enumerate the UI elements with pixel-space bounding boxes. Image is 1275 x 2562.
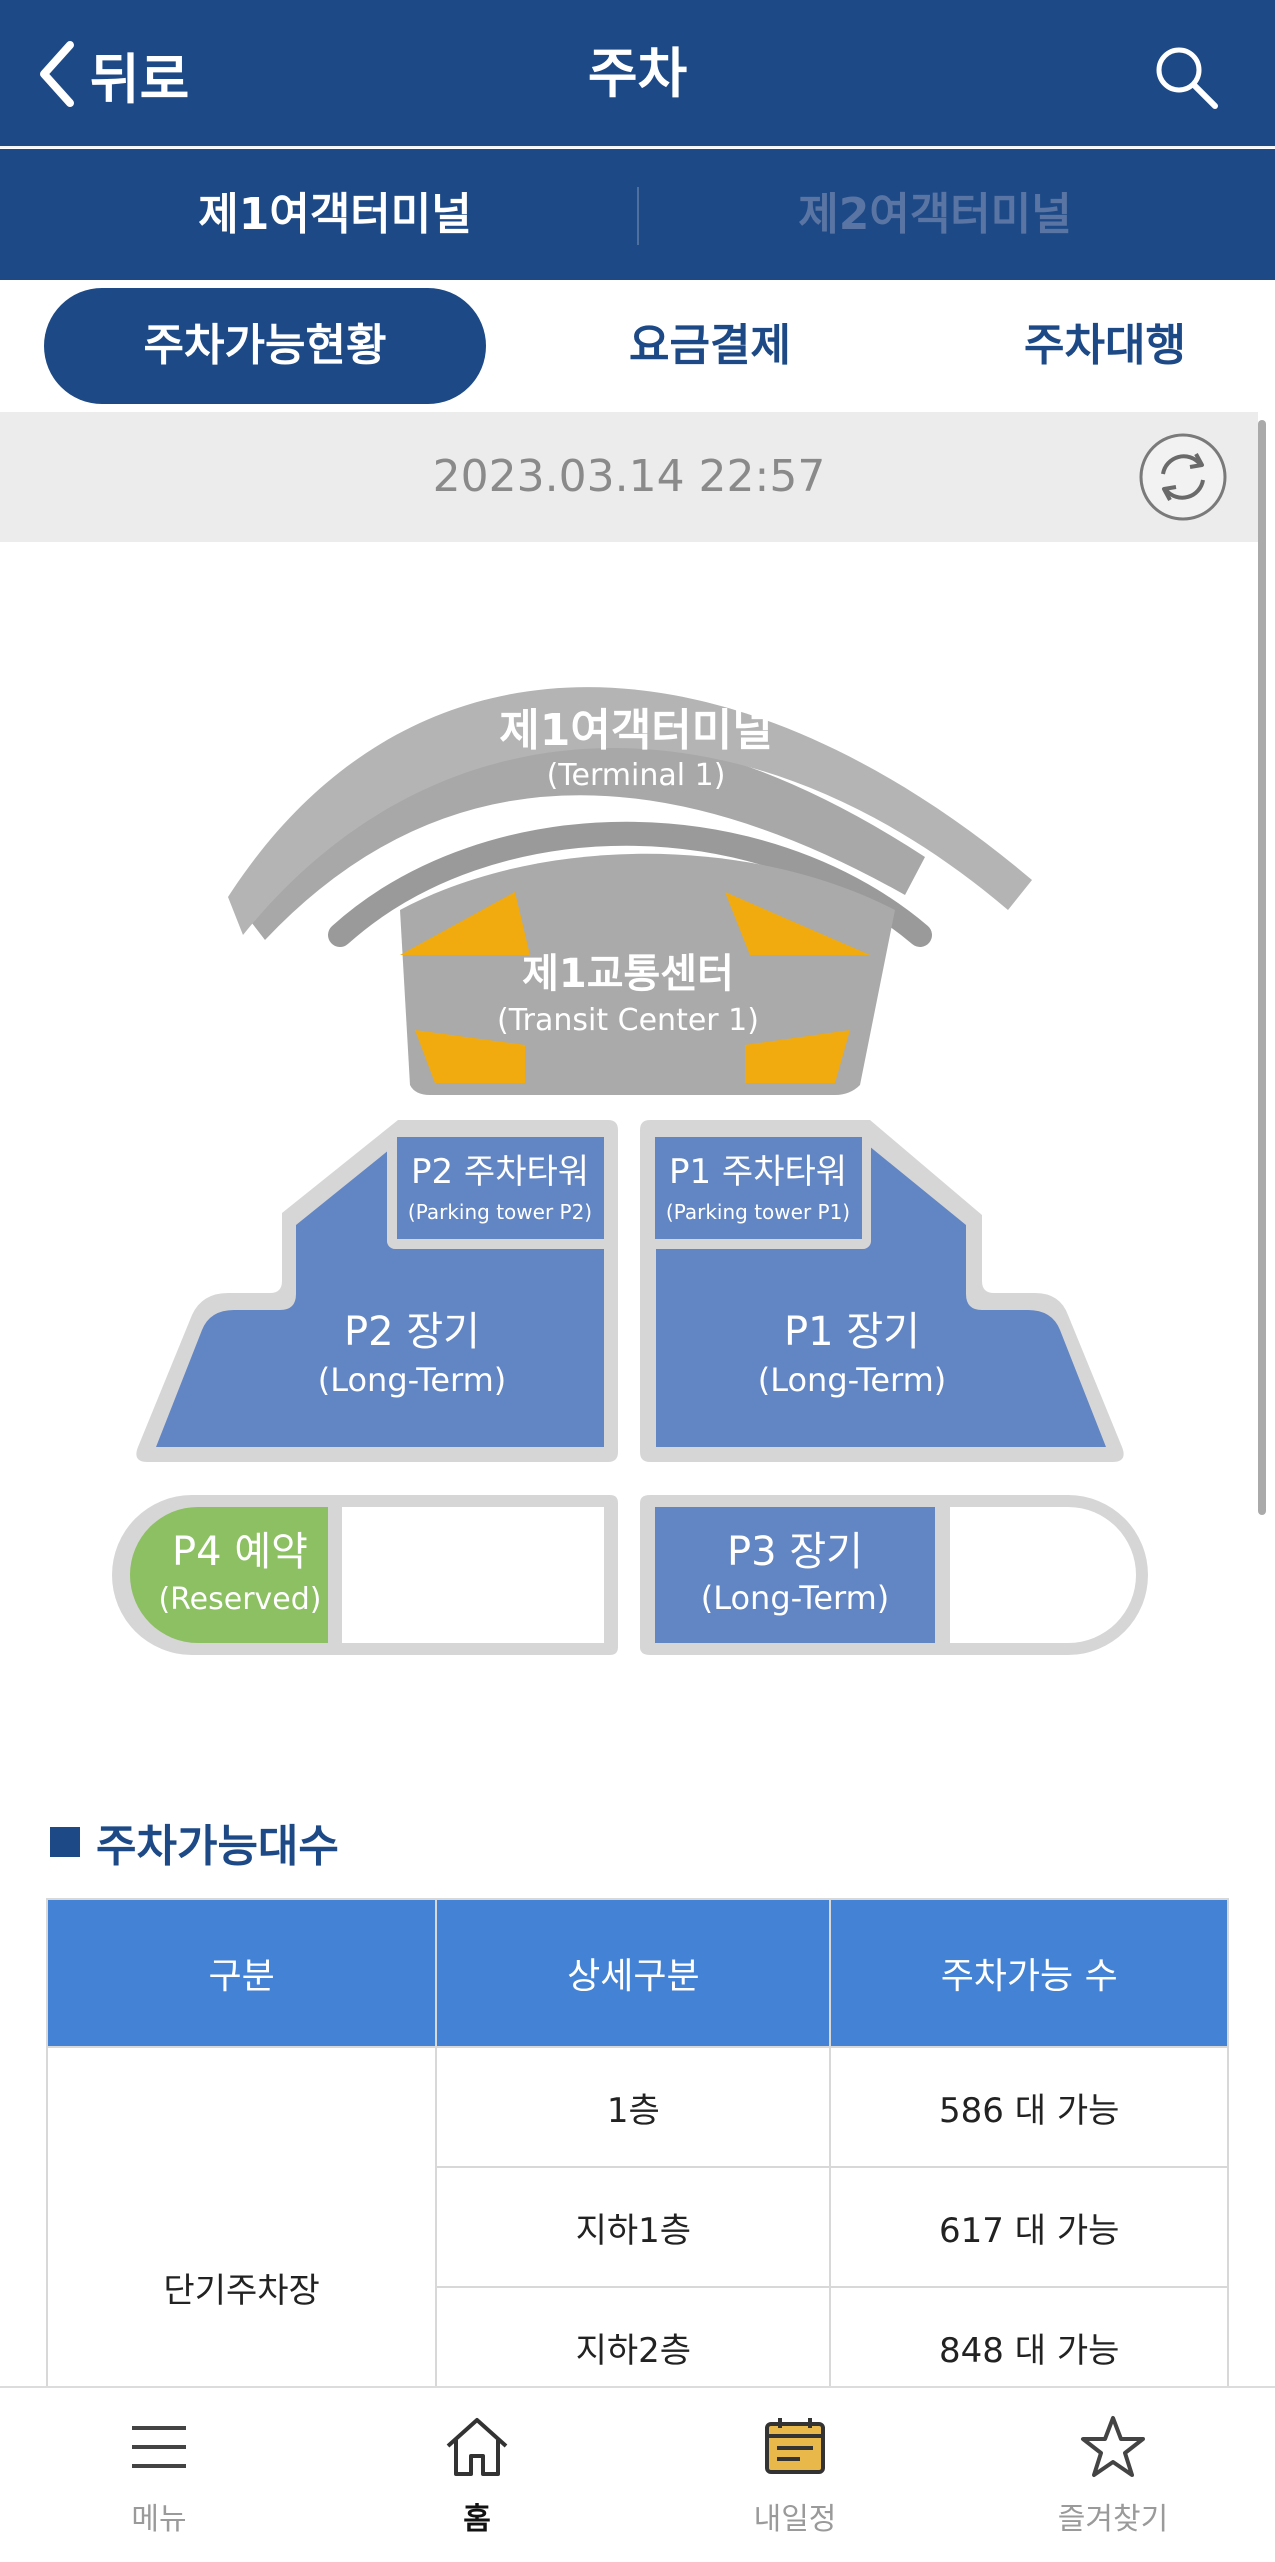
- nav-favorites[interactable]: 즐겨찾기: [954, 2388, 1272, 2562]
- p1-long-sub: (Long-Term): [758, 1361, 947, 1399]
- tab-terminal-2[interactable]: 제2여객터미널: [720, 149, 1150, 280]
- p2-long-sub: (Long-Term): [318, 1361, 507, 1399]
- section-header: 주차가능대수: [50, 1810, 339, 1874]
- terminal-tabs: 제1여객터미널 제2여객터미널: [0, 149, 1275, 280]
- detail-cell: 지하1층: [435, 2166, 832, 2288]
- home-icon: [446, 2418, 508, 2476]
- nav-home[interactable]: 홈: [318, 2388, 636, 2562]
- tab-terminal-1[interactable]: 제1여객터미널: [120, 149, 550, 280]
- menu-icon: [132, 2426, 186, 2468]
- refresh-icon[interactable]: [1138, 432, 1228, 522]
- p4-name: P4 예약: [172, 1529, 308, 1575]
- p2-tower-name: P2 주차타워: [411, 1152, 589, 1192]
- nav-label: 메뉴: [131, 2502, 187, 2537]
- nav-menu[interactable]: 메뉴: [0, 2388, 318, 2562]
- nav-label: 내일정: [753, 2502, 837, 2537]
- section-title: 주차가능대수: [96, 1821, 339, 1872]
- update-timestamp: 2023.03.14 22:57: [432, 451, 826, 502]
- segment-payment[interactable]: 요금결제: [560, 288, 860, 404]
- p2-long-name: P2 장기: [344, 1309, 480, 1355]
- p1-tower-sub: (Parking tower P1): [666, 1200, 850, 1224]
- p3-name: P3 장기: [727, 1529, 863, 1575]
- nav-schedule[interactable]: 내일정: [636, 2388, 954, 2562]
- table-header: 상세구분: [435, 1898, 832, 2048]
- update-time-bar: 2023.03.14 22:57: [0, 412, 1258, 542]
- parking-map: 제1여객터미널 (Terminal 1) 제1교통센터 (Transit Cen…: [112, 687, 1148, 1655]
- p4-reserved-lot[interactable]: [130, 1507, 328, 1643]
- count-cell: 617 대 가능: [829, 2166, 1229, 2288]
- p2-tower-sub: (Parking tower P2): [408, 1200, 592, 1224]
- section-bullet-icon: [50, 1827, 80, 1857]
- tab-divider: [637, 187, 639, 245]
- star-icon: [1081, 2416, 1145, 2477]
- table-header: 주차가능 수: [829, 1898, 1229, 2048]
- p3-sub: (Long-Term): [701, 1579, 890, 1617]
- p4-sub: (Reserved): [158, 1582, 321, 1617]
- segment-valet[interactable]: 주차대행: [960, 288, 1250, 404]
- calendar-icon: [765, 2418, 825, 2474]
- detail-cell: 1층: [435, 2046, 832, 2168]
- p4-empty-area: [342, 1507, 604, 1643]
- p3-empty-area: [950, 1507, 1136, 1643]
- transit-name: 제1교통센터: [522, 951, 734, 997]
- table-row: 단기주차장 1층 586 대 가능: [45, 2046, 1229, 2528]
- page-title: 주차: [587, 42, 688, 105]
- search-icon[interactable]: [1153, 44, 1219, 110]
- segment-parking-availability[interactable]: 주차가능현황: [44, 288, 486, 404]
- p1-tower-name: P1 주차타워: [669, 1152, 847, 1192]
- table-header-row: 구분 상세구분 주차가능 수: [45, 1898, 1229, 2048]
- nav-label: 즐겨찾기: [1057, 2502, 1169, 2537]
- transit-sub: (Transit Center 1): [497, 1003, 759, 1038]
- p3-long-term-lot[interactable]: [655, 1507, 935, 1643]
- bottom-nav: 메뉴 홈 내일정 즐겨찾기: [0, 2386, 1275, 2562]
- scrollbar[interactable]: [1258, 420, 1266, 1515]
- app-header: 뒤로 주차: [0, 0, 1275, 149]
- nav-label: 홈: [463, 2502, 491, 2537]
- terminal-name: 제1여객터미널: [499, 705, 773, 756]
- table-header: 구분: [45, 1898, 438, 2048]
- p1-long-name: P1 장기: [784, 1309, 920, 1355]
- count-cell: 586 대 가능: [829, 2046, 1229, 2168]
- terminal-sub: (Terminal 1): [547, 758, 726, 793]
